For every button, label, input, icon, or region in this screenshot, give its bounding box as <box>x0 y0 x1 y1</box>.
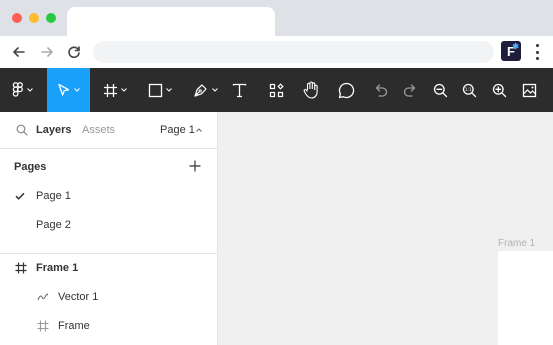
zoom-fit-icon: 1:1 <box>462 83 476 97</box>
close-window-button[interactable] <box>12 13 22 23</box>
chevron-down-icon <box>74 88 80 92</box>
hash-icon <box>37 320 49 332</box>
zoom-fit-button[interactable]: 1:1 <box>458 68 480 112</box>
page-item-1[interactable]: Page 1 <box>0 181 217 210</box>
hand-icon <box>303 81 318 99</box>
pages-heading: Pages <box>14 161 47 173</box>
layer-label: Frame 1 <box>36 262 79 274</box>
chevron-down-icon <box>166 88 172 92</box>
frame-name-label[interactable]: Frame 1 <box>498 238 535 249</box>
undo-button[interactable] <box>369 68 391 112</box>
dot-icon <box>535 57 539 60</box>
chevron-down-icon <box>121 88 127 92</box>
reload-button[interactable] <box>64 42 84 62</box>
rectangle-icon <box>148 83 163 97</box>
browser-titlebar <box>0 0 553 36</box>
hash-icon <box>15 262 27 274</box>
browser-navbar: F ✱ <box>0 36 553 68</box>
address-bar[interactable] <box>93 41 494 63</box>
chevron-down-icon <box>211 88 218 92</box>
page-item-label: Page 1 <box>36 190 71 202</box>
comment-tool-button[interactable] <box>334 68 358 112</box>
figma-toolbar: 1:1 <box>0 68 553 112</box>
sparkle-icon: ✱ <box>512 42 519 51</box>
layers-panel: Layers Assets Page 1 Pages Page 1 Page 2… <box>0 112 218 345</box>
zoom-in-icon <box>492 83 506 97</box>
shape-tool-button[interactable] <box>138 68 182 112</box>
frame-tool-button[interactable] <box>93 68 137 112</box>
layer-label: Frame <box>58 320 90 332</box>
undo-icon <box>375 83 387 97</box>
vector-icon <box>37 293 48 301</box>
arrow-right-icon <box>41 47 53 57</box>
browser-tab[interactable] <box>67 7 275 36</box>
plus-icon[interactable] <box>188 159 202 173</box>
extension-button[interactable]: F ✱ <box>501 41 521 61</box>
page-item-2[interactable]: Page 2 <box>0 210 217 239</box>
hand-tool-button[interactable] <box>299 68 323 112</box>
main-menu-button[interactable] <box>0 68 44 112</box>
tab-layers[interactable]: Layers <box>36 124 71 136</box>
layer-row-frame-1[interactable]: Frame 1 <box>0 253 217 282</box>
maximize-window-button[interactable] <box>46 13 56 23</box>
canvas-frame[interactable] <box>498 251 553 345</box>
redo-icon <box>403 83 415 97</box>
browser-menu-button[interactable] <box>530 43 544 61</box>
zoom-out-icon <box>433 83 447 97</box>
layer-label: Vector 1 <box>58 291 99 303</box>
back-button[interactable] <box>9 42 29 62</box>
text-tool-button[interactable] <box>227 68 251 112</box>
panel-header: Layers Assets Page 1 <box>0 112 217 149</box>
minimize-window-button[interactable] <box>29 13 39 23</box>
dot-icon <box>535 44 539 47</box>
chevron-down-icon <box>26 88 33 92</box>
comment-icon <box>338 82 354 98</box>
page-item-label: Page 2 <box>36 219 71 231</box>
zoom-out-button[interactable] <box>429 68 451 112</box>
checkmark-icon <box>15 192 25 200</box>
image-button[interactable] <box>518 68 540 112</box>
pen-icon <box>193 84 207 97</box>
search-icon[interactable] <box>16 124 28 136</box>
figma-logo-icon <box>12 82 23 97</box>
hash-icon <box>104 83 117 97</box>
arrow-left-icon <box>13 47 25 57</box>
svg-text:1:1: 1:1 <box>464 87 471 92</box>
resources-tool-button[interactable] <box>264 68 288 112</box>
move-tool-button[interactable] <box>47 68 90 112</box>
cursor-icon <box>58 83 70 96</box>
design-canvas[interactable]: Frame 1 <box>218 112 553 345</box>
text-icon <box>232 83 246 97</box>
current-page-selector[interactable]: Page 1 <box>160 124 195 136</box>
tab-assets[interactable]: Assets <box>82 124 115 136</box>
forward-button[interactable] <box>37 42 57 62</box>
reload-icon <box>68 46 80 59</box>
zoom-in-button[interactable] <box>488 68 510 112</box>
layer-row-frame[interactable]: Frame <box>0 311 217 340</box>
redo-button[interactable] <box>399 68 421 112</box>
components-icon <box>269 82 284 97</box>
dot-icon <box>535 50 539 54</box>
image-icon <box>522 83 536 97</box>
pen-tool-button[interactable] <box>183 68 227 112</box>
chevron-up-icon[interactable] <box>196 127 202 133</box>
layer-row-vector-1[interactable]: Vector 1 <box>0 282 217 311</box>
